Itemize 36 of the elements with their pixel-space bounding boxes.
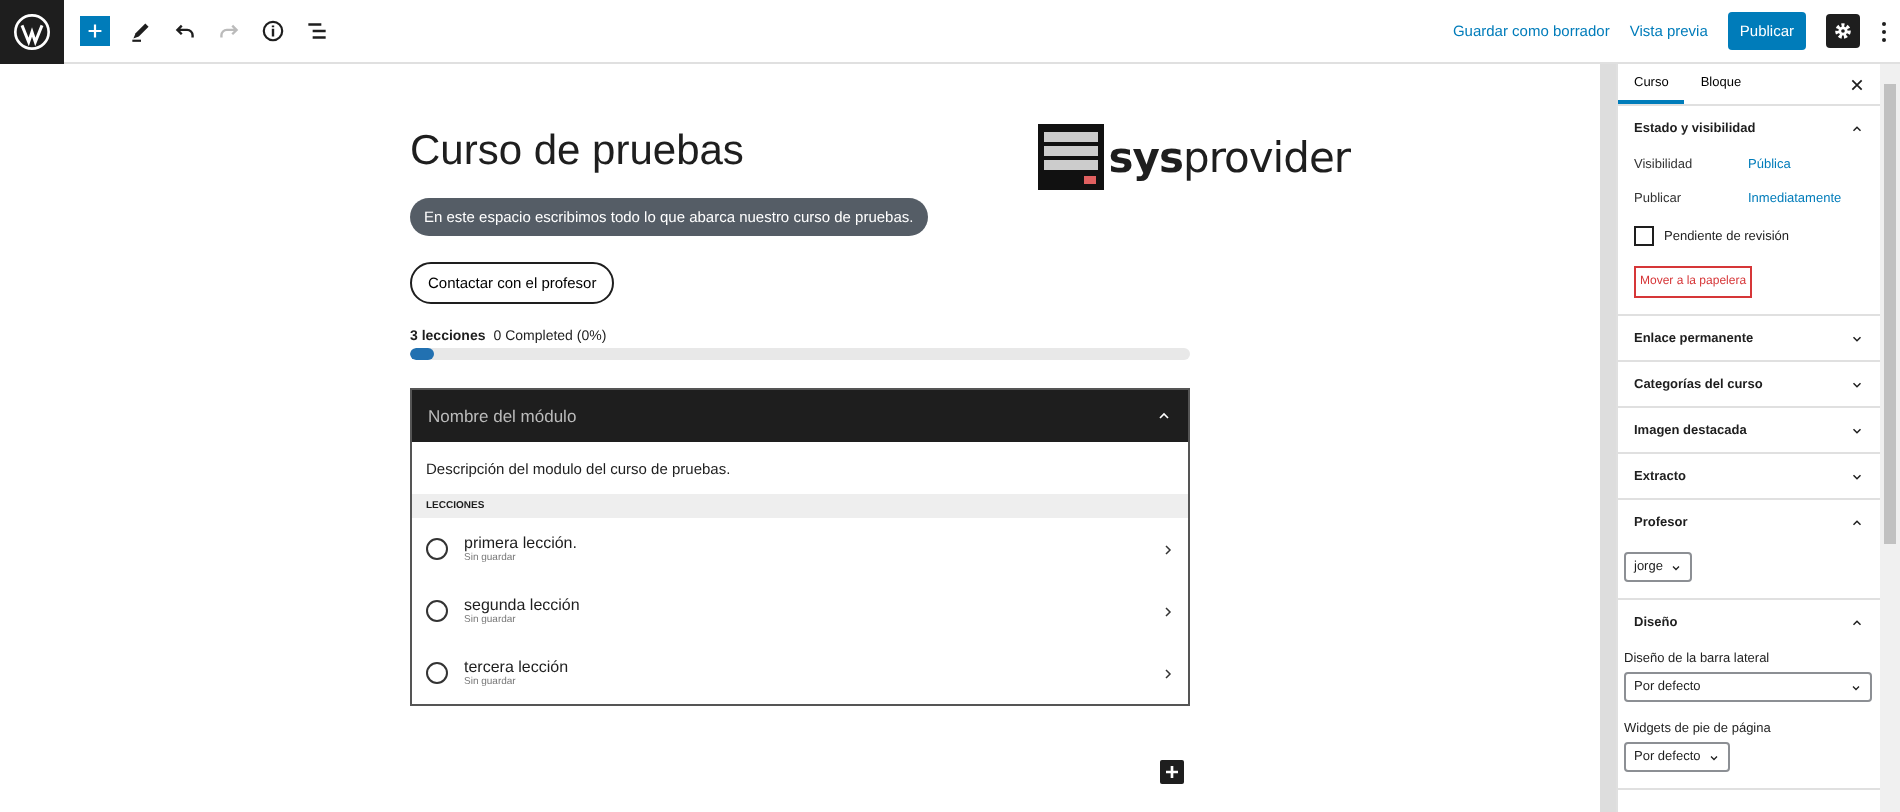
chevron-down-icon <box>1670 561 1683 573</box>
lesson-title[interactable]: segunda lección <box>464 596 1162 614</box>
module-title: Nombre del módulo <box>428 406 577 426</box>
chevron-right-icon[interactable] <box>1162 667 1174 679</box>
more-options-icon[interactable] <box>1880 19 1888 43</box>
add-block-icon[interactable] <box>84 20 106 42</box>
chevron-icon[interactable] <box>1850 615 1864 629</box>
chevron-right-icon[interactable] <box>1162 605 1174 617</box>
wordpress-logo[interactable] <box>0 0 64 63</box>
chevron-right-icon[interactable] <box>1162 543 1174 555</box>
chevron-icon[interactable] <box>1850 121 1864 135</box>
chevron-icon[interactable] <box>1850 331 1864 345</box>
chevron-icon[interactable] <box>1850 515 1864 529</box>
module-header[interactable]: Nombre del módulo <box>412 390 1188 442</box>
lesson-title[interactable]: tercera lección <box>464 658 1162 676</box>
pencil-icon[interactable] <box>127 18 153 44</box>
scrollbar[interactable] <box>1880 64 1900 812</box>
post-title[interactable]: Curso de pruebas <box>410 128 744 176</box>
checkbox[interactable] <box>1634 226 1654 246</box>
add-block-button[interactable] <box>1160 760 1184 784</box>
chevron-icon[interactable] <box>1850 423 1864 437</box>
scrollbar[interactable] <box>1600 64 1616 812</box>
chevron-icon[interactable] <box>1850 377 1864 391</box>
list-view-icon[interactable] <box>303 18 329 44</box>
settings-button[interactable] <box>1826 14 1860 48</box>
close-icon[interactable] <box>1850 77 1864 91</box>
chevron-icon <box>1156 408 1172 424</box>
logo-icon <box>1038 124 1105 190</box>
lesson-title[interactable]: primera lección. <box>464 534 1162 552</box>
gear-icon <box>1832 20 1854 42</box>
info-icon[interactable] <box>259 18 285 44</box>
logo-text: sysprovider <box>1108 133 1350 181</box>
chevron-icon[interactable] <box>1850 469 1864 483</box>
plus-icon <box>1164 764 1180 780</box>
chevron-down-icon <box>1850 681 1862 693</box>
chevron-down-icon <box>1708 751 1721 763</box>
